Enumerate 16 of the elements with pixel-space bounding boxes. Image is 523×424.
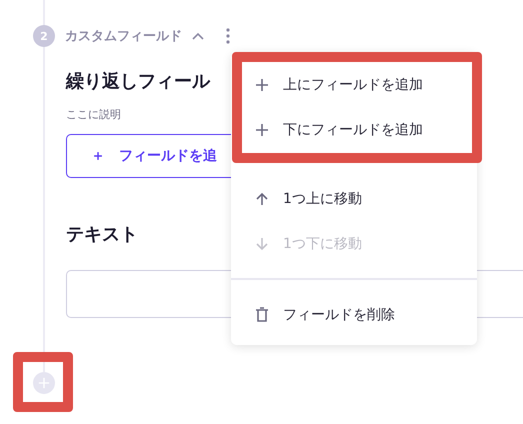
menu-item[interactable]: フィールドを削除 [231, 292, 477, 337]
arrow-down-icon [255, 236, 269, 250]
plus-icon [255, 78, 269, 92]
menu-item[interactable]: 上にフィールドを追加 [231, 62, 477, 107]
more-icon[interactable] [226, 28, 230, 44]
plus-icon [38, 377, 50, 389]
chevron-up-icon[interactable] [192, 32, 204, 40]
step-number: 2 [33, 25, 55, 47]
field-heading: 繰り返しフィール [66, 70, 210, 93]
section-title: カスタムフィールド [65, 28, 182, 45]
field-description: ここに説明 [66, 107, 122, 122]
trash-icon [255, 306, 269, 322]
arrow-up-icon [255, 192, 269, 206]
menu-item[interactable]: 1つ上に移動 [231, 176, 477, 221]
plus-icon [255, 122, 269, 136]
field-heading: テキスト [66, 223, 138, 246]
